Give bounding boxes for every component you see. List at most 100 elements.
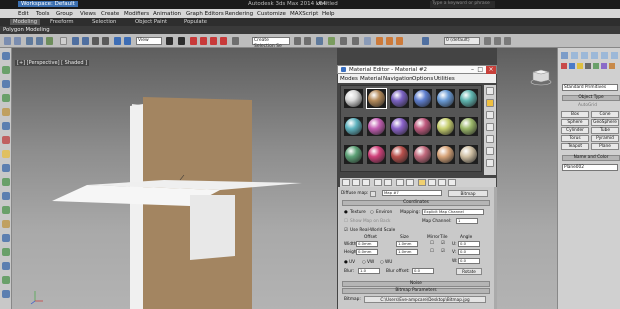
width-tile-checkbox[interactable]: ☑ [441,241,445,246]
viewcube-icon[interactable] [497,48,557,88]
select-by-name-icon[interactable] [82,37,89,45]
menu-graph-editors[interactable]: Graph Editors [186,11,224,17]
me-menu-material[interactable]: Material [360,76,382,82]
tab-selection[interactable]: Selection [92,19,116,25]
select-manipulate-icon[interactable] [178,37,185,45]
maximize-icon[interactable]: □ [477,66,483,73]
hierarchy-tab-icon[interactable] [581,52,588,59]
search-input[interactable]: Type a keyword or phrase [430,1,495,8]
material-id-channel-icon[interactable] [406,179,414,186]
bitmap-path-button[interactable]: C:\Users\Eve-ampcare\Desktop\Bitmap.jpg [364,296,486,303]
tab-modeling[interactable]: Modeling [10,19,41,25]
render-setup-icon[interactable] [376,37,383,45]
mirror-icon[interactable] [294,37,301,45]
angle-snap-icon[interactable] [200,37,207,45]
left-tool-15-icon[interactable] [2,248,10,256]
go-forward-to-sibling-icon[interactable] [448,179,456,186]
left-tool-17-icon[interactable] [2,276,10,284]
utilities-tab-icon[interactable] [611,52,618,59]
make-unique-icon[interactable] [384,179,392,186]
video-color-check-icon[interactable] [486,135,494,143]
left-tool-10-icon[interactable] [2,178,10,186]
percent-snap-icon[interactable] [210,37,217,45]
material-options-icon[interactable] [486,159,494,167]
autogrid-checkbox[interactable]: AutoGrid [578,103,597,108]
width-mirror-checkbox[interactable]: ☐ [430,241,434,246]
cone-button[interactable]: Cone [591,111,619,118]
me-menu-modes[interactable]: Modes [340,76,358,82]
material-sample-slot[interactable] [459,89,478,108]
render-production-icon[interactable] [396,37,403,45]
material-editor-icon[interactable] [364,37,371,45]
helpers-icon[interactable] [593,63,599,69]
rotate-button[interactable]: Rotate [456,268,482,275]
close-icon[interactable]: × [486,66,496,74]
space-warps-icon[interactable] [601,63,607,69]
put-to-library-icon[interactable] [396,179,404,186]
name-color-rollout-header[interactable]: Name and Color [562,155,620,161]
material-sample-slot[interactable] [344,89,363,108]
material-sample-slot[interactable] [390,117,409,136]
cylinder-button[interactable]: Cylinder [561,127,589,134]
left-tool-14-icon[interactable] [2,234,10,242]
left-tool-7-icon[interactable] [2,136,10,144]
menu-create[interactable]: Create [101,11,119,17]
menu-rendering[interactable]: Rendering [225,11,253,17]
torus-button[interactable]: Torus [561,135,589,142]
left-tool-13-icon[interactable] [2,220,10,228]
workspace-selector[interactable]: Workspace: Default [18,1,78,7]
lights-icon[interactable] [577,63,583,69]
minimize-icon[interactable]: – [471,66,474,73]
material-sample-slot[interactable] [413,89,432,108]
named-selection-combo[interactable]: Create Selection Se [252,37,290,49]
show-end-result-icon[interactable] [428,179,436,186]
cameras-icon[interactable] [585,63,591,69]
map-type-button[interactable]: Bitmap [448,190,488,197]
width-size-field[interactable]: 1.0mm [396,241,418,247]
angle-v-field[interactable]: 0.0 [458,249,480,255]
object-type-rollout-header[interactable]: Object Type [562,95,620,101]
tab-populate[interactable]: Populate [184,19,207,25]
undo-icon[interactable] [4,37,11,45]
perspective-viewport[interactable]: [+] [Perspective] [ Shaded ] [12,48,337,309]
left-tool-18-icon[interactable] [2,290,10,298]
viewport-right-area[interactable] [497,48,557,309]
mapping-dropdown[interactable]: Explicit Map Channel [422,209,484,215]
me-menu-options[interactable]: Options [412,76,433,82]
show-map-checkbox[interactable]: ☐ [344,219,348,224]
left-tool-9-icon[interactable] [2,164,10,172]
material-sample-slot[interactable] [366,88,387,109]
filter-combo-icon[interactable] [60,37,67,45]
height-tile-checkbox[interactable]: ☑ [441,249,445,254]
put-to-scene-icon[interactable] [352,179,360,186]
pyramid-button[interactable]: Pyramid [591,135,619,142]
wu-radio[interactable]: ○ [380,260,384,265]
menu-maxscript[interactable]: MAXScript [290,11,318,17]
coordinates-rollout-header[interactable]: Coordinates [342,200,490,206]
left-tool-1-icon[interactable] [2,52,10,60]
snaps-toggle-icon[interactable] [190,37,197,45]
geometry-icon[interactable] [561,63,567,69]
display-tab-icon[interactable] [601,52,608,59]
rendered-frame-icon[interactable] [386,37,393,45]
blur-field[interactable]: 1.0 [358,268,380,274]
reset-map-icon[interactable] [374,179,382,186]
create-tab-icon[interactable] [561,52,568,59]
left-tool-6-icon[interactable] [2,122,10,130]
material-sample-slot[interactable] [459,117,478,136]
angle-w-field[interactable]: 0.0 [458,258,480,264]
width-offset-field[interactable]: 0.0mm [356,241,378,247]
map-channel-field[interactable]: 1 [456,218,478,224]
left-tool-12-icon[interactable] [2,206,10,214]
show-shaded-in-viewport-icon[interactable] [418,179,426,186]
menu-animation[interactable]: Animation [153,11,181,17]
me-menu-navigation[interactable]: Navigation [383,76,413,82]
link-icon[interactable] [26,37,33,45]
tab-object-paint[interactable]: Object Paint [135,19,167,25]
shapes-icon[interactable] [569,63,575,69]
menu-help[interactable]: Help [322,11,335,17]
layer-manager-icon[interactable] [316,37,323,45]
menu-views[interactable]: Views [80,11,96,17]
menu-edit[interactable]: Edit [18,11,29,17]
layer-properties-icon[interactable] [504,37,511,45]
